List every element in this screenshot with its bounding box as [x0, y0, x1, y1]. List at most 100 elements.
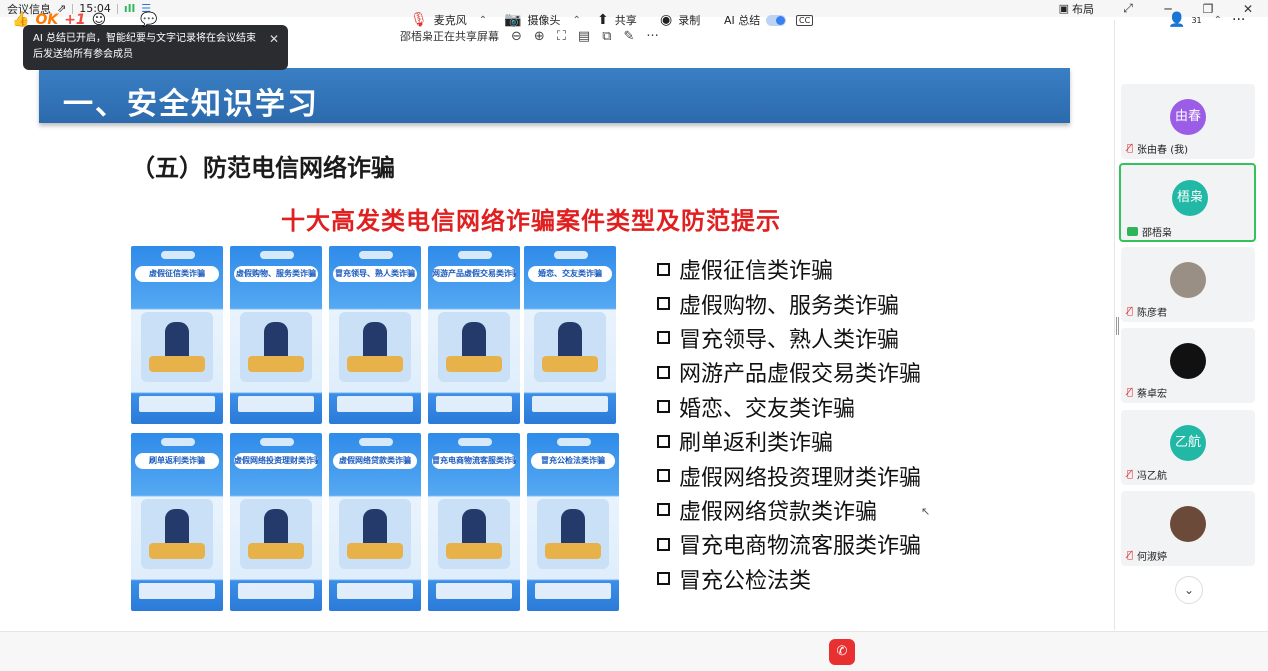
- participant-name: 邵梧枭: [1142, 228, 1172, 239]
- participant-tile[interactable]: 由春 🎙̸ 张由春 (我): [1121, 84, 1255, 159]
- layout-label: 布局: [1072, 2, 1094, 16]
- slide-subtitle: （五）防范电信网络诈骗: [131, 154, 395, 182]
- layout-button[interactable]: ▣ 布局: [1059, 1, 1094, 17]
- mic-muted-icon: 🎙̸: [1127, 306, 1134, 317]
- scroll-down-icon[interactable]: ⌄: [1175, 576, 1203, 604]
- panel-resize-handle[interactable]: [1116, 317, 1119, 335]
- reaction-ok-button[interactable]: OK: [35, 12, 58, 28]
- poster-title: 虚假征信类诈骗: [135, 266, 219, 282]
- mic-muted-icon: 🎙̸: [1127, 387, 1134, 398]
- list-item-label: 冒充公检法类: [679, 568, 812, 594]
- poster-title: 冒充公检法类诈骗: [531, 453, 615, 469]
- chevron-up-icon[interactable]: ⌃: [1214, 15, 1222, 26]
- participant-name: 张由春 (我): [1137, 145, 1188, 156]
- checkbox-icon: [657, 400, 670, 414]
- emoji-icon[interactable]: ☺: [92, 12, 107, 28]
- avatar: 由春: [1170, 99, 1206, 135]
- ai-summary-control[interactable]: AI 总结: [724, 8, 787, 32]
- poster: 虚假购物、服务类诈骗: [230, 246, 322, 424]
- meeting-controls-bar: [0, 631, 1268, 671]
- thumbs-up-icon[interactable]: 👍: [12, 12, 29, 28]
- camera-off-icon: 📷: [504, 12, 522, 28]
- presentation-slide: 一、安全知识学习 （五）防范电信网络诈骗 十大高发类电信网络诈骗案件类型及防范提…: [39, 68, 1070, 628]
- more-button[interactable]: ···: [1232, 8, 1245, 32]
- share-label: 共享: [614, 14, 637, 27]
- slide-header: 一、安全知识学习: [39, 68, 1070, 123]
- share-button[interactable]: ⬆ 共享: [597, 8, 637, 32]
- checkbox-icon: [657, 469, 670, 483]
- more-icon: ···: [1232, 12, 1246, 28]
- poster: 冒充电商物流客服类诈骗: [428, 433, 520, 611]
- mic-muted-icon: 🎙̸: [1127, 550, 1134, 561]
- fullscreen-icon[interactable]: ⤢: [1108, 1, 1148, 16]
- chat-button[interactable]: 💬: [140, 8, 157, 32]
- participant-name-row: 🎙̸ 陈彦君: [1127, 304, 1167, 319]
- poster-illustration: [339, 312, 411, 382]
- more-options-icon[interactable]: ···: [646, 29, 658, 44]
- poster-illustration: [339, 499, 411, 569]
- participants-button[interactable]: 👤 31 ⌃: [1168, 8, 1222, 32]
- record-button[interactable]: ◉ 录制: [660, 8, 700, 32]
- participant-name: 冯乙航: [1137, 471, 1168, 482]
- list-item: 婚恋、交友类诈骗: [657, 390, 921, 424]
- mic-muted-icon: 🎙̸: [1127, 143, 1134, 154]
- poster-title: 虚假购物、服务类诈骗: [234, 266, 318, 282]
- participant-tile-active[interactable]: 梧枭 邵梧枭: [1119, 163, 1256, 242]
- list-item: 虚假网络投资理财类诈骗: [657, 458, 921, 492]
- share-screen-icon: ⬆: [597, 12, 609, 28]
- poster-illustration: [438, 499, 510, 569]
- list-item-label: 虚假网络贷款类诈骗: [679, 499, 878, 525]
- mic-muted-icon: 🎙̸: [1127, 469, 1134, 480]
- poster-title: 虚假网络贷款类诈骗: [333, 453, 417, 469]
- end-call-button[interactable]: ✆: [829, 639, 855, 665]
- poster-title: 虚假网络投资理财类诈骗: [234, 453, 318, 469]
- poster: 婚恋、交友类诈骗: [524, 246, 616, 424]
- participant-name: 何淑婷: [1137, 552, 1168, 563]
- add-participant-icon: 👤: [1168, 12, 1186, 28]
- chevron-up-icon[interactable]: ⌃: [572, 15, 580, 26]
- microphone-button[interactable]: 🎙 麦克风 ⌃: [410, 8, 487, 32]
- poster: 冒充公检法类诈骗: [527, 433, 619, 611]
- reaction-plus-one-button[interactable]: +1: [64, 12, 85, 28]
- list-item-label: 虚假购物、服务类诈骗: [679, 293, 900, 319]
- poster-illustration: [141, 312, 213, 382]
- poster-title: 婚恋、交友类诈骗: [528, 266, 612, 282]
- poster-title: 冒充电商物流客服类诈骗: [432, 453, 516, 469]
- ai-summary-toggle[interactable]: [766, 14, 787, 26]
- checkbox-icon: [657, 331, 670, 345]
- participant-name-row: 🎙̸ 蔡卓宏: [1127, 385, 1167, 400]
- list-item: 虚假征信类诈骗: [657, 252, 921, 286]
- checkbox-icon: [657, 503, 670, 517]
- list-item: 虚假网络贷款类诈骗: [657, 493, 921, 527]
- close-icon[interactable]: ✕: [269, 31, 279, 47]
- checkbox-icon: [657, 537, 670, 551]
- captions-icon: CC: [796, 14, 814, 26]
- mic-muted-icon: 🎙: [410, 12, 428, 28]
- checkbox-icon: [657, 365, 670, 379]
- list-item-label: 婚恋、交友类诈骗: [679, 396, 856, 422]
- poster: 虚假网络投资理财类诈骗: [230, 433, 322, 611]
- poster-illustration: [438, 312, 510, 382]
- participant-name: 蔡卓宏: [1137, 389, 1168, 400]
- participant-name-row: 🎙̸ 张由春 (我): [1127, 141, 1188, 156]
- captions-button[interactable]: CC: [796, 8, 814, 32]
- participant-count: 31: [1191, 15, 1202, 25]
- participant-tile[interactable]: 乙航 🎙̸ 冯乙航: [1121, 410, 1255, 485]
- poster: 网游产品虚假交易类诈骗: [428, 246, 520, 424]
- list-item: 虚假购物、服务类诈骗: [657, 286, 921, 320]
- participant-tile[interactable]: 🎙̸ 蔡卓宏: [1121, 328, 1255, 403]
- poster-illustration: [534, 312, 606, 382]
- avatar: [1170, 343, 1206, 379]
- chevron-up-icon[interactable]: ⌃: [479, 15, 487, 26]
- participant-name-row: 🎙̸ 冯乙航: [1127, 467, 1167, 482]
- chat-icon: 💬: [140, 12, 158, 28]
- fraud-type-list: 虚假征信类诈骗 虚假购物、服务类诈骗 冒充领导、熟人类诈骗 网游产品虚假交易类诈…: [657, 252, 921, 596]
- avatar: [1170, 262, 1206, 298]
- poster-illustration: [537, 499, 609, 569]
- participant-tile[interactable]: 🎙̸ 陈彦君: [1121, 247, 1255, 322]
- panel-divider: [1114, 20, 1115, 630]
- camera-button[interactable]: 📷 摄像头 ⌃: [504, 8, 581, 32]
- list-item-label: 冒充电商物流客服类诈骗: [679, 534, 922, 560]
- record-icon: ◉: [660, 12, 673, 28]
- participant-tile[interactable]: 🎙̸ 何淑婷: [1121, 491, 1255, 566]
